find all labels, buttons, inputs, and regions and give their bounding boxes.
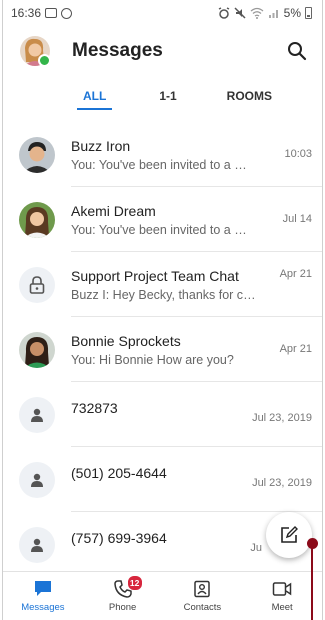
avatar	[19, 201, 55, 238]
video-camera-icon	[272, 582, 292, 596]
space-avatar	[19, 266, 55, 303]
tab-all[interactable]: ALL	[76, 76, 113, 116]
nav-label: Phone	[108, 602, 137, 613]
bottom-navigation: Messages 12 Phone Contacts Meet	[3, 571, 322, 620]
message-preview: You: Hi Bonnie How are you?	[71, 352, 234, 367]
missed-calls-badge: 12	[126, 575, 143, 591]
page-title: Messages	[72, 40, 163, 61]
wifi-icon	[250, 7, 264, 19]
message-time: Apr 21	[279, 343, 312, 355]
avatar	[19, 331, 55, 368]
message-time: Jul 14	[282, 213, 312, 225]
nav-contacts[interactable]: Contacts	[163, 572, 243, 620]
list-item[interactable]: Buzz Iron You: You've been invited to a …	[3, 122, 322, 187]
conversation-name: Akemi Dream	[71, 202, 156, 219]
clock: 16:36	[11, 6, 42, 20]
nav-label: Messages	[21, 602, 65, 613]
person-icon	[31, 538, 43, 552]
annotation-pointer-line	[311, 545, 313, 620]
annotation-pointer-dot	[307, 538, 318, 549]
nav-phone[interactable]: 12 Phone	[83, 572, 163, 620]
avatar	[19, 136, 55, 173]
nav-messages[interactable]: Messages	[3, 572, 83, 620]
message-preview: Buzz I: Hey Becky, thanks for creati...	[71, 287, 256, 302]
conversation-name: (757) 699-3964	[71, 529, 167, 546]
profile-avatar[interactable]	[20, 36, 51, 67]
battery-icon	[305, 7, 312, 19]
conversation-list: Buzz Iron You: You've been invited to a …	[3, 122, 322, 577]
new-message-button[interactable]	[266, 512, 312, 558]
message-preview: You: You've been invited to a me...	[71, 222, 256, 237]
contacts-icon	[194, 580, 211, 598]
messages-icon	[34, 581, 51, 596]
contact-avatar	[19, 396, 55, 433]
person-icon	[31, 473, 43, 487]
contact-avatar	[19, 461, 55, 498]
contact-avatar	[19, 526, 55, 563]
conversation-name: Support Project Team Chat	[71, 267, 239, 284]
conversation-name: 732873	[71, 399, 118, 416]
lock-icon	[29, 275, 45, 294]
signal-icon	[268, 10, 278, 18]
search-icon	[288, 42, 307, 61]
compose-icon	[281, 526, 298, 543]
conversation-name: Buzz Iron	[71, 137, 131, 154]
conversation-name: (501) 205-4644	[71, 464, 167, 481]
alarm-icon	[218, 7, 229, 19]
app-header: Messages	[3, 26, 322, 76]
list-item[interactable]: 732873 Jul 23, 2019	[3, 382, 322, 447]
app-screen: 16:36 5% Messages ALL 1-1 ROOMS Buzz Iro…	[2, 0, 323, 620]
message-time: Jul 23, 2019	[252, 477, 312, 489]
search-button[interactable]	[284, 38, 310, 64]
list-item[interactable]: Support Project Team Chat Buzz I: Hey Be…	[3, 252, 322, 317]
tab-one-on-one[interactable]: 1-1	[159, 76, 176, 116]
message-time: Jul 23, 2019	[252, 412, 312, 424]
battery-level: 5%	[283, 6, 301, 20]
gallery-notification-icon	[45, 8, 58, 18]
nav-label: Meet	[271, 602, 293, 613]
list-item[interactable]: Bonnie Sprockets You: Hi Bonnie How are …	[3, 317, 322, 382]
mute-icon	[234, 7, 246, 19]
message-time: 10:03	[284, 148, 312, 160]
conversation-name: Bonnie Sprockets	[71, 332, 181, 349]
presence-indicator	[38, 54, 51, 67]
list-item[interactable]: Akemi Dream You: You've been invited to …	[3, 187, 322, 252]
message-time: Apr 21	[279, 268, 312, 280]
person-icon	[31, 408, 43, 422]
message-preview: You: You've been invited to a me...	[71, 157, 256, 172]
message-filter-tabs: ALL 1-1 ROOMS	[3, 76, 322, 116]
chat-notification-icon	[61, 7, 73, 19]
list-item[interactable]: (501) 205-4644 Jul 23, 2019	[3, 447, 322, 512]
status-bar: 16:36 5%	[3, 0, 322, 26]
tab-rooms[interactable]: ROOMS	[227, 76, 272, 116]
nav-label: Contacts	[183, 602, 222, 613]
